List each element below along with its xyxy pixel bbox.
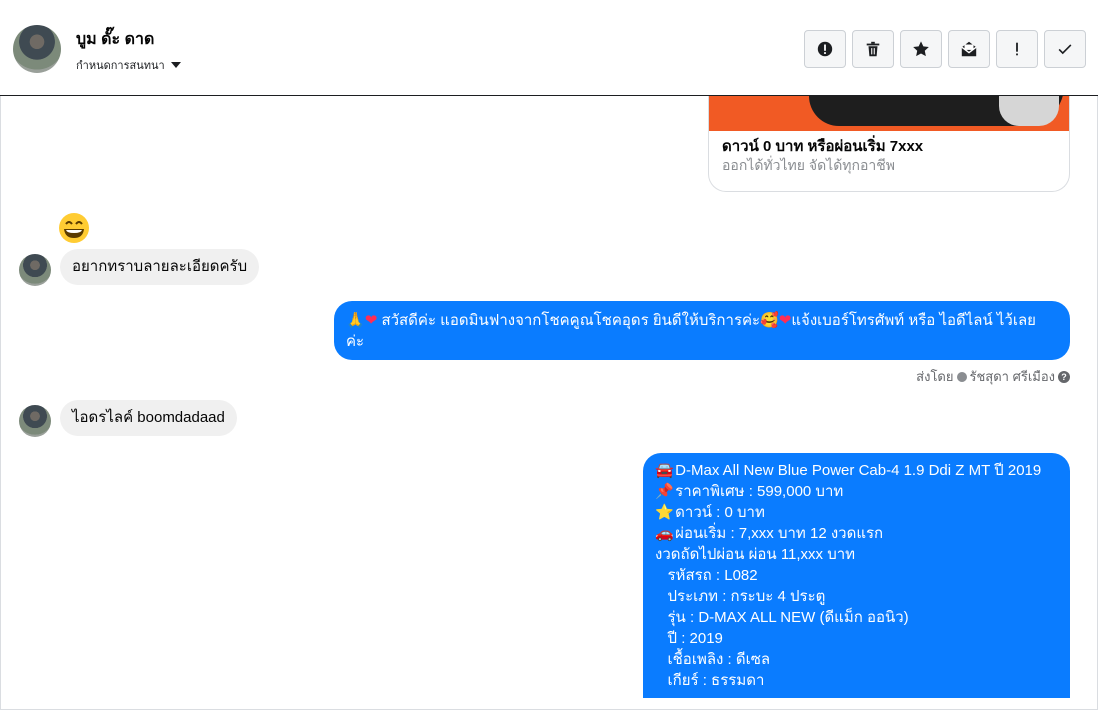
header-actions xyxy=(804,30,1086,68)
trash-icon xyxy=(866,41,880,57)
listing-text: ปี : 2019 xyxy=(655,630,723,647)
exclamation-icon xyxy=(1016,42,1018,56)
listing-text: ผ่อนเริ่ม : 7,xxx บาท 12 งวดแรก xyxy=(675,525,884,542)
listing-line: 📌 ราคาพิเศษ : 599,000 บาท xyxy=(655,481,1058,502)
star-button[interactable] xyxy=(900,30,942,68)
listing-text: เกียร์ : ธรรมดา xyxy=(655,672,765,689)
incoming-message[interactable]: ไอดรไลค์ boomdadaad xyxy=(60,400,237,436)
mark-unread-button[interactable] xyxy=(948,30,990,68)
heart-icon: ❤ xyxy=(364,312,378,329)
listing-text: ราคาพิเศษ : 599,000 บาท xyxy=(675,483,844,500)
outgoing-listing-message[interactable]: 🚘 D-Max All New Blue Power Cab-4 1.9 Ddi… xyxy=(643,453,1070,698)
listing-line: งวดถัดไปผ่อน ผ่อน 11,xxx บาท xyxy=(655,544,1058,565)
message-text: สวัสดีค่ะ แอดมินฟางจากโชคคูณโชคอุดร ยินด… xyxy=(381,312,761,329)
conversation-status-dropdown[interactable]: กำหนดการสนทนา xyxy=(76,56,181,74)
card-subtitle: ออกได้ทั่วไทย จัดได้ทุกอาชีพ xyxy=(722,157,896,173)
help-icon[interactable]: ? xyxy=(1058,370,1070,383)
status-label: กำหนดการสนทนา xyxy=(76,60,165,72)
smiling-hearts-emoji-icon: 🥰 xyxy=(760,312,779,329)
card-image xyxy=(709,96,1069,131)
listing-line: เชื้อเพลิง : ดีเซล xyxy=(655,649,1058,670)
listing-text: เชื้อเพลิง : ดีเซล xyxy=(655,651,771,668)
listing-text: ประเภท : กระบะ 4 ประตู xyxy=(655,588,826,605)
listing-text: รหัสรถ : L082 xyxy=(655,567,758,584)
outgoing-message[interactable]: 🙏❤ สวัสดีค่ะ แอดมินฟางจากโชคคูณโชคอุดร ย… xyxy=(334,301,1070,360)
listing-line: 🚗 ผ่อนเริ่ม : 7,xxx บาท 12 งวดแรก xyxy=(655,523,1058,544)
link-preview-card[interactable]: ดาวน์ 0 บาท หรือผ่อนเริ่ม 7xxx ออกได้ทั่… xyxy=(708,96,1070,192)
sent-by-info: ส่งโดย รัชสุดา ศรีเมือง ? xyxy=(916,366,1070,387)
listing-line: ประเภท : กระบะ 4 ประตู xyxy=(655,586,1058,607)
mark-done-button[interactable] xyxy=(1044,30,1086,68)
sender-avatar[interactable] xyxy=(19,405,51,437)
follow-up-button[interactable] xyxy=(996,30,1038,68)
car-image-reflection xyxy=(999,96,1059,126)
listing-emoji-icon: 📌 xyxy=(655,483,674,500)
report-spam-button[interactable] xyxy=(804,30,846,68)
listing-line: เกียร์ : ธรรมดา xyxy=(655,670,1058,691)
incoming-message[interactable]: อยากทราบลายละเอียดครับ xyxy=(60,249,260,285)
sent-by-label: ส่งโดย xyxy=(916,369,954,384)
heart-icon: ❤ xyxy=(778,312,792,329)
alert-circle-icon xyxy=(817,41,833,57)
listing-line: 🚘 D-Max All New Blue Power Cab-4 1.9 Ddi… xyxy=(655,460,1058,481)
caret-down-icon xyxy=(170,62,181,68)
delete-button[interactable] xyxy=(852,30,894,68)
contact-name[interactable]: บูม ดั๊ะ ดาด xyxy=(76,27,154,52)
envelope-icon xyxy=(961,41,977,57)
check-icon xyxy=(1058,44,1072,55)
conversation-header: บูม ดั๊ะ ดาด กำหนดการสนทนา xyxy=(0,0,1098,96)
listing-emoji-icon: 🚗 xyxy=(655,525,674,542)
listing-text: D-Max All New Blue Power Cab-4 1.9 Ddi Z… xyxy=(675,462,1042,479)
listing-text: รุ่น : D-MAX ALL NEW (ดีแม็ก ออนิว) xyxy=(655,609,909,626)
message-text: แจ้งเบอร์โทรศัพท์ หรือ ไอดีไลน์ ไว้เลย xyxy=(791,312,1036,329)
listing-line: ปี : 2019 xyxy=(655,628,1058,649)
listing-text: งวดถัดไปผ่อน ผ่อน 11,xxx บาท xyxy=(655,546,856,563)
message-text: ค่ะ xyxy=(346,333,365,350)
contact-avatar[interactable] xyxy=(13,25,61,73)
agent-name[interactable]: รัชสุดา ศรีเมือง xyxy=(970,366,1056,387)
star-icon xyxy=(913,41,929,57)
listing-text: ดาวน์ : 0 บาท xyxy=(675,504,765,521)
sender-avatar[interactable] xyxy=(19,254,51,286)
listing-line: ⭐ ดาวน์ : 0 บาท xyxy=(655,502,1058,523)
pray-emoji-icon: 🙏 xyxy=(346,312,365,329)
grinning-emoji-icon xyxy=(59,213,89,243)
listing-line: รุ่น : D-MAX ALL NEW (ดีแม็ก ออนิว) xyxy=(655,607,1058,628)
listing-emoji-icon: 🚘 xyxy=(655,462,674,479)
agent-avatar-icon xyxy=(956,371,967,382)
listing-emoji-icon: ⭐ xyxy=(655,504,674,521)
listing-line: รหัสรถ : L082 xyxy=(655,565,1058,586)
